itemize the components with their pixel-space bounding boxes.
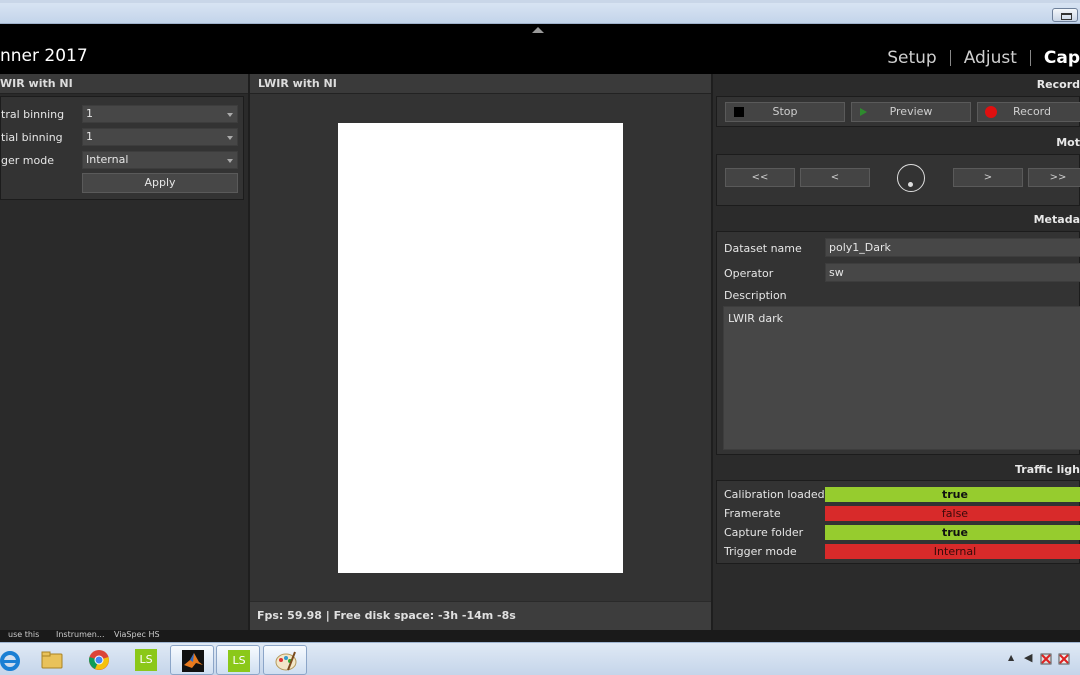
taskbar-chrome-button[interactable] xyxy=(77,645,121,675)
description-label: Description xyxy=(724,289,787,302)
taskbar-explorer-button[interactable] xyxy=(30,645,74,675)
dataset-name-label: Dataset name xyxy=(724,242,802,255)
motion-fast-forward-button[interactable]: >> xyxy=(1028,168,1080,187)
trigger-mode-status-label: Trigger mode xyxy=(724,545,797,558)
nav-separator xyxy=(949,50,951,66)
preview-button[interactable]: Preview xyxy=(851,102,971,122)
operator-input[interactable]: sw xyxy=(825,263,1080,282)
taskbar-label-strip: use this Instrumen... ViaSpec HS xyxy=(0,630,1080,642)
tab-capture[interactable]: Cap xyxy=(1044,48,1080,68)
status-bar: Fps: 59.98 | Free disk space: -3h -14m -… xyxy=(250,601,711,630)
record-header: Record xyxy=(713,74,1080,96)
tab-setup[interactable]: Setup xyxy=(887,48,936,68)
spectral-binning-label: tral binning xyxy=(1,108,65,121)
nav-separator xyxy=(1029,50,1031,66)
preview-header: LWIR with NI xyxy=(250,74,711,94)
spatial-binning-value: 1 xyxy=(86,130,93,143)
record-icon xyxy=(985,106,997,118)
chevron-down-icon xyxy=(227,136,233,140)
tab-adjust[interactable]: Adjust xyxy=(964,48,1017,68)
capture-folder-label: Capture folder xyxy=(724,526,804,539)
motion-fast-back-button[interactable]: << xyxy=(725,168,795,187)
record-label: Record xyxy=(1012,105,1051,118)
calibration-loaded-badge: true xyxy=(825,487,1080,502)
record-box: Stop Preview Record xyxy=(716,96,1080,127)
camera-preview-image xyxy=(338,123,623,573)
app-header: nner 2017 Setup Adjust Cap xyxy=(0,24,1080,74)
trigger-mode-label: ger mode xyxy=(1,154,54,167)
app-title: nner 2017 xyxy=(0,46,88,66)
folder-icon xyxy=(41,651,63,669)
motion-knob[interactable] xyxy=(897,164,925,192)
description-textarea[interactable]: LWIR dark xyxy=(723,306,1080,450)
network-icon[interactable] xyxy=(1040,652,1052,666)
spectral-binning-value: 1 xyxy=(86,107,93,120)
play-icon xyxy=(860,108,867,116)
motion-forward-button[interactable]: > xyxy=(953,168,1023,187)
taskbar-ls-button[interactable]: LS xyxy=(124,645,168,675)
volume-icon[interactable]: ◀ xyxy=(1024,651,1032,664)
titlebar-topline xyxy=(0,0,1080,3)
traffic-lights-header: Traffic ligh xyxy=(713,459,1080,481)
motion-box: << < > >> xyxy=(716,154,1080,206)
framerate-badge: false xyxy=(825,506,1080,521)
knob-indicator xyxy=(908,182,913,187)
matlab-icon xyxy=(182,650,204,672)
preview-panel: LWIR with NI Fps: 59.98 | Free disk spac… xyxy=(250,74,711,630)
taskbar-ie-button[interactable] xyxy=(0,645,32,675)
apply-button[interactable]: Apply xyxy=(82,173,238,193)
motion-back-button[interactable]: < xyxy=(800,168,870,187)
spectral-binning-select[interactable]: 1 xyxy=(82,105,238,123)
flag-icon[interactable] xyxy=(1058,652,1072,666)
camera-settings-panel: WIR with NI tral binning 1 tial binning … xyxy=(0,74,248,630)
paint-icon xyxy=(275,651,297,671)
capture-panel: Record Stop Preview Record Mot << < > >> xyxy=(713,74,1080,630)
stop-button[interactable]: Stop xyxy=(725,102,845,122)
trigger-mode-row: ger mode Internal xyxy=(1,151,245,169)
chrome-icon xyxy=(89,650,109,670)
trigger-mode-select[interactable]: Internal xyxy=(82,151,238,169)
camera-settings-box: tral binning 1 tial binning 1 ger mode I… xyxy=(0,96,244,200)
spatial-binning-row: tial binning 1 xyxy=(1,128,245,146)
strip-label[interactable]: Instrumen... xyxy=(56,630,105,639)
metadata-box: Dataset name poly1_Dark Operator sw Desc… xyxy=(716,231,1080,455)
spatial-binning-select[interactable]: 1 xyxy=(82,128,238,146)
ls-icon: LS xyxy=(228,650,250,672)
stop-icon xyxy=(734,107,744,117)
taskbar-ls-button-2[interactable]: LS xyxy=(216,645,260,675)
framerate-label: Framerate xyxy=(724,507,781,520)
camera-settings-header: WIR with NI xyxy=(0,74,248,94)
taskbar-matlab-button[interactable] xyxy=(170,645,214,675)
restore-window-button[interactable] xyxy=(1052,8,1078,22)
ls-icon: LS xyxy=(135,649,157,671)
preview-label: Preview xyxy=(889,105,933,118)
trigger-mode-status-badge: Internal xyxy=(825,544,1080,559)
record-button[interactable]: Record xyxy=(977,102,1080,122)
taskbar-paint-button[interactable] xyxy=(263,645,307,675)
strip-label[interactable]: ViaSpec HS xyxy=(114,630,160,639)
traffic-lights-box: Calibration loaded true Framerate false … xyxy=(716,480,1080,564)
chevron-down-icon xyxy=(227,159,233,163)
main-nav: Setup Adjust Cap xyxy=(887,46,1080,70)
main-area: WIR with NI tral binning 1 tial binning … xyxy=(0,74,1080,630)
taskbar: LS LS ▲ ◀ xyxy=(0,642,1080,675)
stop-label: Stop xyxy=(772,105,798,118)
operator-label: Operator xyxy=(724,267,774,280)
dataset-name-input[interactable]: poly1_Dark xyxy=(825,238,1080,257)
window-titlebar xyxy=(0,0,1080,24)
preview-area xyxy=(250,95,711,600)
calibration-loaded-label: Calibration loaded xyxy=(724,488,825,501)
chevron-down-icon xyxy=(227,113,233,117)
spectral-binning-row: tral binning 1 xyxy=(1,105,245,123)
metadata-header: Metada xyxy=(713,209,1080,231)
collapse-arrow-icon[interactable] xyxy=(532,27,544,33)
motion-header: Mot xyxy=(713,132,1080,154)
tray-expand-icon[interactable]: ▲ xyxy=(1008,653,1014,662)
trigger-mode-value: Internal xyxy=(86,153,129,166)
capture-folder-badge: true xyxy=(825,525,1080,540)
spatial-binning-label: tial binning xyxy=(1,131,63,144)
strip-label[interactable]: use this xyxy=(8,630,39,639)
ie-icon xyxy=(0,651,20,671)
